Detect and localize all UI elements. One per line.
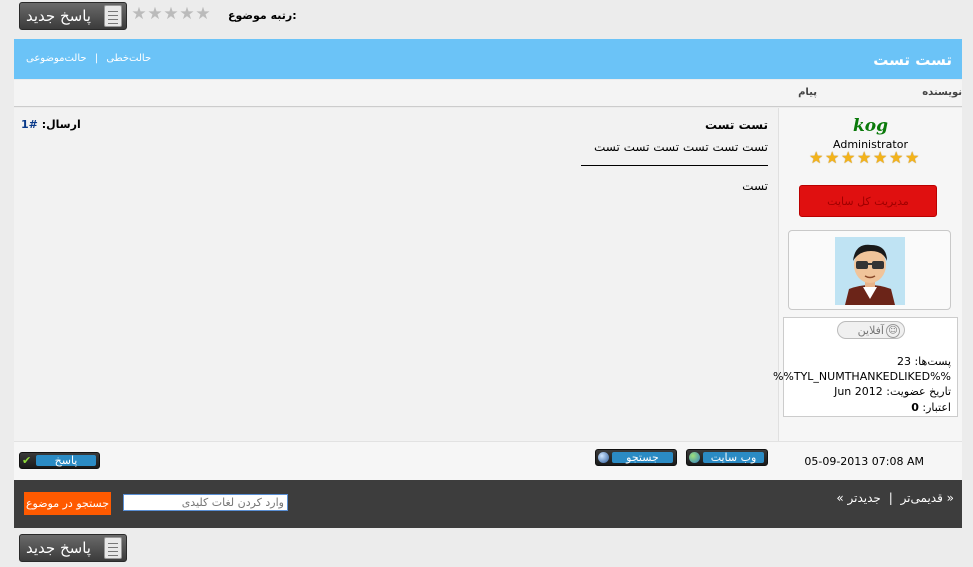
rating-label: رتبه موضوع: bbox=[228, 9, 297, 22]
post-number: ارسال: #1 bbox=[21, 118, 81, 131]
star-icon: ★ bbox=[905, 148, 920, 167]
post-message: تست تست ارسال: #1 تست تست تست تست تست تس… bbox=[14, 108, 778, 441]
author-info-box: ☺ آفلاین پست‌ها: 23 %%TYL_NUMTHANKEDLIKE… bbox=[773, 317, 958, 417]
threaded-mode-link[interactable]: حالت‌خطی bbox=[106, 53, 151, 64]
reputation-label: اعتبار: bbox=[922, 401, 951, 414]
post-date-cell: 05-09-2013 07:08 AM bbox=[779, 442, 962, 481]
reputation: اعتبار: 0 bbox=[911, 401, 951, 414]
column-header: نویسنده پیام bbox=[14, 80, 962, 107]
star-icon[interactable]: ★ bbox=[147, 6, 163, 23]
post-footer: 05-09-2013 07:08 AM وب سایت جستجو ✔ پاسخ bbox=[14, 441, 962, 481]
avatar[interactable] bbox=[835, 237, 905, 305]
online-status-label: آفلاین bbox=[857, 324, 884, 337]
message-column-header: پیام bbox=[798, 87, 817, 98]
new-reply-button[interactable]: پاسخ جدید bbox=[19, 2, 127, 30]
star-icon[interactable]: ★ bbox=[163, 6, 179, 23]
author-panel: kog Administrator ★ ★ ★ ★ ★ ★ ★ مدیریت کل سایت bbox=[773, 108, 962, 441]
star-icon: ★ bbox=[809, 148, 824, 167]
avatar-frame bbox=[788, 230, 951, 310]
thread-title-bar: تست تست حالت‌خطی | حالت‌موضوعی bbox=[14, 39, 962, 79]
star-icon: ★ bbox=[873, 148, 888, 167]
thread-title: تست تست bbox=[873, 51, 952, 69]
thanks-count: %%TYL_NUMTHANKEDLIKED%% bbox=[772, 370, 951, 383]
post-count: پست‌ها: 23 bbox=[896, 355, 951, 368]
thread-search-input[interactable] bbox=[123, 494, 288, 511]
website-label: وب سایت bbox=[703, 452, 764, 463]
document-icon bbox=[104, 5, 122, 27]
star-icon: ★ bbox=[825, 148, 840, 167]
online-status-badge: ☺ آفلاین bbox=[837, 321, 905, 339]
search-icon bbox=[598, 452, 609, 463]
status-icon: ☺ bbox=[886, 324, 900, 338]
author-name[interactable]: kog bbox=[779, 116, 962, 136]
star-icon[interactable]: ★ bbox=[195, 6, 211, 23]
thread-nav-bar: « قدیمی‌تر | جدیدتر » جستجو در موضوع bbox=[14, 480, 962, 528]
view-mode-links: حالت‌خطی | حالت‌موضوعی bbox=[26, 53, 152, 64]
search-thread-button[interactable]: جستجو در موضوع bbox=[24, 492, 111, 515]
star-icon[interactable]: ★ bbox=[131, 6, 147, 23]
nav-separator: | bbox=[888, 491, 893, 505]
reply-label: پاسخ bbox=[36, 455, 96, 466]
post-number-link[interactable]: #1 bbox=[21, 118, 38, 131]
star-icon: ★ bbox=[889, 148, 904, 167]
globe-icon bbox=[689, 452, 700, 463]
checkmark-icon: ✔ bbox=[22, 454, 32, 467]
post-signature: تست bbox=[742, 179, 768, 193]
new-reply-label: پاسخ جدید bbox=[26, 7, 91, 25]
thread-navigation: « قدیمی‌تر | جدیدتر » bbox=[836, 491, 954, 505]
author-column-header: نویسنده bbox=[922, 87, 962, 98]
search-button[interactable]: جستجو bbox=[595, 449, 677, 466]
join-date: تاریخ عضویت: Jun 2012 bbox=[834, 385, 951, 398]
rank-badge: مدیریت کل سایت bbox=[799, 185, 937, 217]
star-icon: ★ bbox=[857, 148, 872, 167]
post-title: تست تست bbox=[704, 118, 768, 132]
star-icon: ★ bbox=[841, 148, 856, 167]
new-reply-button-bottom[interactable]: پاسخ جدید bbox=[19, 534, 127, 562]
star-icon[interactable]: ★ bbox=[179, 6, 195, 23]
post-date: 05-09-2013 07:08 AM bbox=[804, 455, 924, 468]
newer-thread-link[interactable]: جدیدتر » bbox=[836, 491, 880, 505]
reply-button[interactable]: ✔ پاسخ bbox=[19, 452, 100, 469]
signature-divider bbox=[581, 165, 768, 166]
linear-mode-link[interactable]: حالت‌موضوعی bbox=[26, 53, 87, 64]
search-label: جستجو bbox=[612, 452, 673, 463]
website-button[interactable]: وب سایت bbox=[686, 449, 768, 466]
new-reply-label: پاسخ جدید bbox=[26, 539, 91, 557]
older-thread-link[interactable]: « قدیمی‌تر bbox=[901, 491, 954, 505]
reputation-value: 0 bbox=[911, 401, 919, 414]
document-icon bbox=[104, 537, 122, 559]
post-text: تست تست تست تست تست تست bbox=[593, 140, 768, 154]
user-rank-stars: ★ ★ ★ ★ ★ ★ ★ bbox=[809, 150, 929, 168]
post: تست تست ارسال: #1 تست تست تست تست تست تس… bbox=[14, 108, 962, 441]
post-number-label: ارسال: bbox=[41, 118, 81, 131]
